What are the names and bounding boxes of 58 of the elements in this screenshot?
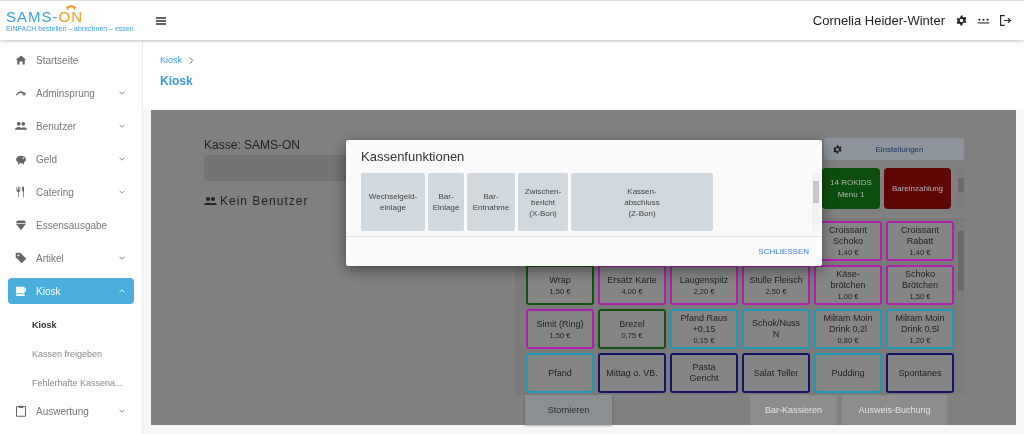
chevron-icon — [118, 122, 126, 130]
nav-icon — [15, 219, 27, 231]
sidebar-item[interactable]: Kiosk — [8, 278, 134, 304]
function-button[interactable]: Bar- Einlage — [428, 173, 464, 231]
close-button[interactable]: SCHLIESSEN — [758, 247, 809, 256]
product-tile[interactable]: Salat Teller — [742, 353, 810, 393]
settings-icon — [832, 143, 843, 155]
chevron-icon — [118, 89, 126, 97]
quick-tile[interactable]: Bareinzahlung — [884, 168, 951, 209]
chevron-icon — [187, 55, 195, 65]
sidebar-subitem[interactable]: Kassen freigeben — [32, 340, 142, 369]
chevron-icon — [118, 407, 126, 415]
sidebar-item[interactable]: Startseite — [8, 47, 134, 73]
user-name: Cornelia Heider-Winter — [812, 13, 945, 28]
sidebar-item[interactable]: Adminsprung — [8, 80, 134, 106]
nav-icon — [15, 186, 27, 198]
user-status: Kein Benutzer — [220, 194, 309, 208]
sidebar-item[interactable]: Benutzer — [8, 113, 134, 139]
sidebar-subitem[interactable]: Kiosk — [32, 311, 142, 340]
chevron-icon — [118, 287, 126, 295]
chevron-icon — [118, 254, 126, 262]
chevron-icon — [118, 188, 126, 196]
action-button[interactable]: Stornieren — [525, 395, 612, 425]
nav-icon — [15, 405, 27, 417]
product-tile[interactable]: Mittag o. VB. — [598, 353, 666, 393]
register-label: Kasse: SAMS-ON — [204, 138, 302, 152]
nav-icon — [15, 285, 27, 297]
product-tile[interactable]: Pfand — [526, 353, 594, 393]
product-tile[interactable]: Spontanes — [886, 353, 954, 393]
function-button[interactable]: Wechselgeld- einlage — [361, 173, 425, 231]
page-title: Kiosk — [160, 74, 194, 88]
product-tile[interactable]: Schok/Nuss N — [742, 309, 810, 349]
function-button[interactable]: Bar- Entnahme — [467, 173, 515, 231]
settings-icon[interactable] — [955, 14, 968, 27]
sidebar-item[interactable]: Auswertung — [8, 398, 134, 424]
product-tile[interactable]: Pasta Gericht — [670, 353, 738, 393]
sidebar-subitem[interactable]: Fehlerhafte Kassena... — [32, 369, 142, 398]
sidebar-item[interactable]: Catering — [8, 179, 134, 205]
breadcrumb-link[interactable]: Kiosk — [160, 55, 182, 65]
chevron-icon — [118, 155, 126, 163]
sidebar-item[interactable]: Artikel — [8, 245, 134, 271]
nav-icon — [15, 54, 27, 66]
function-button[interactable]: Zwischen- bericht (X-Bon) — [518, 173, 568, 231]
product-tile[interactable]: Pudding — [814, 353, 882, 393]
signal-icon — [65, 4, 77, 11]
sidebar-item[interactable]: Geld — [8, 146, 134, 172]
function-button[interactable]: Kassen- abschluss (Z-Bon) — [571, 173, 713, 231]
quick-tile[interactable]: 14 ROKIDS Menu 1 — [822, 168, 880, 209]
settings-button[interactable]: Einstellungen — [824, 138, 964, 160]
dialog-title: Kassenfunktionen — [361, 149, 466, 164]
nav-icon — [15, 252, 27, 264]
scrollbar[interactable] — [812, 173, 820, 231]
sidebar-item[interactable]: Essensausgabe — [8, 212, 134, 238]
menu-icon[interactable] — [155, 15, 167, 26]
nav-icon — [15, 153, 27, 165]
people-icon — [204, 196, 217, 206]
nav-icon — [15, 120, 27, 132]
logout-icon[interactable] — [999, 14, 1012, 27]
